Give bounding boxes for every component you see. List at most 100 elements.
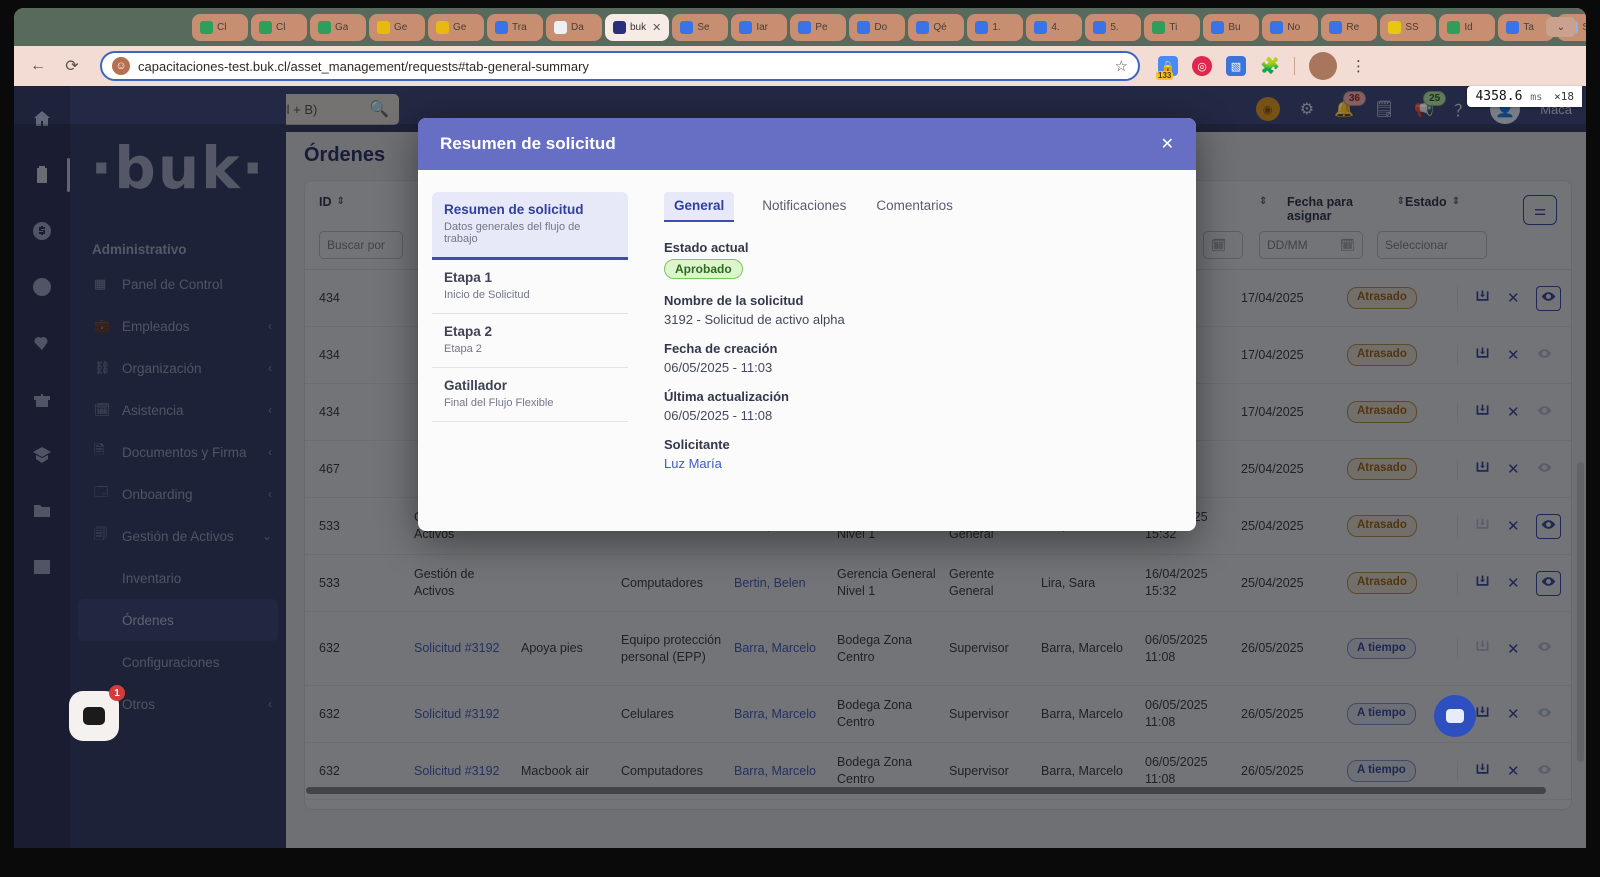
modal-body: Resumen de solicitudDatos generales del … <box>418 170 1196 531</box>
tab-favicon <box>200 21 213 34</box>
chrome-profile-avatar[interactable] <box>1309 52 1337 80</box>
browser-tab-4[interactable]: 4. <box>1026 14 1082 41</box>
site-favicon: ☺ <box>112 57 130 75</box>
browser-tab-bu[interactable]: Bu <box>1203 14 1259 41</box>
close-icon[interactable]: ✕ <box>1161 134 1174 154</box>
tab-label: 1. <box>992 22 1000 33</box>
tab-label: Ge <box>394 22 407 33</box>
field-fecha-de-creaci-n: Fecha de creación 06/05/2025 - 11:03 <box>664 341 1166 375</box>
support-chat-button[interactable] <box>1434 695 1476 737</box>
tab-favicon <box>798 21 811 34</box>
stage-title: Resumen de solicitud <box>444 202 616 217</box>
modal-tab-notificaciones[interactable]: Notificaciones <box>760 192 848 222</box>
stage-title: Gatillador <box>444 378 616 393</box>
modal-content: General Notificaciones Comentarios Estado … <box>628 192 1196 531</box>
chrome-menu-icon[interactable]: ⋮ <box>1351 57 1367 75</box>
tab-label: No <box>1287 22 1300 33</box>
browser-tab-se[interactable]: Se <box>672 14 728 41</box>
browser-tab-pe[interactable]: Pe <box>790 14 846 41</box>
back-icon[interactable]: ← <box>24 52 52 80</box>
browser-tab-tra[interactable]: Tra <box>487 14 543 41</box>
stage-subtitle: Inicio de Solicitud <box>444 289 616 301</box>
browser-tab-do[interactable]: Do <box>849 14 905 41</box>
tab-label: Tra <box>512 22 527 33</box>
browser-tab-q[interactable]: Qé <box>908 14 964 41</box>
field-label: Fecha de creación <box>664 341 1166 356</box>
tab-label: Cl <box>276 22 285 33</box>
tab-favicon <box>1152 21 1165 34</box>
tab-favicon <box>1211 21 1224 34</box>
field-label: Solicitante <box>664 437 1166 452</box>
tab-label: SS <box>1405 22 1418 33</box>
browser-tab-5[interactable]: 5. <box>1085 14 1141 41</box>
screenshot-extension-icon[interactable]: ▧ <box>1226 56 1246 76</box>
performance-overlay: 4358.6 ms ×18 <box>1467 86 1582 107</box>
tab-label: Ge <box>453 22 466 33</box>
tab-favicon <box>318 21 331 34</box>
chat-bubble-icon <box>1446 709 1464 723</box>
browser-tab-ge[interactable]: Ge <box>369 14 425 41</box>
field-nombre-de-la-solicitud: Nombre de la solicitud3192 - Solicitud d… <box>664 293 1166 327</box>
modal-stage-gatillador[interactable]: Gatillador Final del Flujo Flexible <box>432 368 628 422</box>
tab-favicon <box>739 21 752 34</box>
field-solicitante: Solicitante Luz María <box>664 437 1166 471</box>
perf-unit: ms <box>1530 92 1542 103</box>
tab-favicon <box>1270 21 1283 34</box>
tab-label: Qé <box>933 22 946 33</box>
browser-tab-re[interactable]: Re <box>1321 14 1377 41</box>
vpn-extension-icon[interactable]: 🔒133 <box>1158 56 1178 76</box>
browser-toolbar: ← → ⟳ ☺ capacitaciones-test.buk.cl/asset… <box>14 46 1586 86</box>
modal-stage-etapa-2[interactable]: Etapa 2Etapa 2 <box>432 314 628 368</box>
modal-stage-etapa-1[interactable]: Etapa 1 Inicio de Solicitud <box>432 260 628 314</box>
tab-favicon <box>554 21 567 34</box>
stage-title: Etapa 2 <box>444 324 616 339</box>
tab-label: Id <box>1464 22 1472 33</box>
tab-label: Sc <box>1582 22 1586 33</box>
modal-tabs: General Notificaciones Comentarios <box>664 192 1166 222</box>
browser-tab-no[interactable]: No <box>1262 14 1318 41</box>
field-value[interactable]: Luz María <box>664 456 1166 471</box>
browser-tab-cl[interactable]: Cl <box>251 14 307 41</box>
browser-tab-ti[interactable]: Ti <box>1144 14 1200 41</box>
browser-tab-da[interactable]: Da <box>546 14 602 41</box>
tab-favicon <box>495 21 508 34</box>
tab-favicon <box>436 21 449 34</box>
browser-tab-cl[interactable]: Cl <box>192 14 248 41</box>
browser-tab-ss[interactable]: SS <box>1380 14 1436 41</box>
extension-badge: 133 <box>1156 71 1173 80</box>
browser-tab-iar[interactable]: Iar <box>731 14 787 41</box>
toolbar-divider <box>1294 57 1295 75</box>
tab-label: buk <box>630 22 646 33</box>
modal-title: Resumen de solicitud <box>440 134 1161 154</box>
browser-tab-ge[interactable]: Ge <box>428 14 484 41</box>
field-label: Última actualización <box>664 389 1166 404</box>
tab-favicon <box>1506 21 1519 34</box>
browser-tab-buk[interactable]: buk ✕ <box>605 14 669 41</box>
stage-subtitle: Final del Flujo Flexible <box>444 397 616 409</box>
browser-tab-ga[interactable]: Ga <box>310 14 366 41</box>
perf-value: 4358.6 <box>1475 89 1522 104</box>
extensions-row: 🔒133 ◎ ▧ 🧩 ⋮ <box>1158 52 1367 80</box>
tab-close-icon[interactable]: ✕ <box>652 21 661 34</box>
chat-widget-launcher[interactable]: 1 <box>69 691 119 741</box>
red-extension-icon[interactable]: ◎ <box>1192 56 1212 76</box>
modal-header: Resumen de solicitud ✕ <box>418 118 1196 170</box>
field-value: 06/05/2025 - 11:03 <box>664 360 1166 375</box>
perf-count: ×18 <box>1554 90 1574 103</box>
browser-tab-1[interactable]: 1. <box>967 14 1023 41</box>
browser-tab-id[interactable]: Id <box>1439 14 1495 41</box>
tab-favicon <box>1329 21 1342 34</box>
tab-label: Do <box>874 22 887 33</box>
tab-overflow-chevron-icon[interactable]: ⌄ <box>1546 17 1576 37</box>
modal-stage-resumen-de-solicitud[interactable]: Resumen de solicitudDatos generales del … <box>432 192 628 260</box>
tab-favicon <box>857 21 870 34</box>
browser-window: Cl Cl Ga Ge Ge Tra Da buk ✕ SeIarPe Do Qé 1. 4.5.TiBu… <box>14 8 1586 848</box>
field-label: Estado actual <box>664 240 1166 255</box>
modal-tab-general[interactable]: General <box>664 192 734 222</box>
extensions-puzzle-icon[interactable]: 🧩 <box>1260 56 1280 76</box>
modal-tab-comentarios[interactable]: Comentarios <box>874 192 955 222</box>
bookmark-star-icon[interactable]: ☆ <box>1115 57 1128 75</box>
stage-title: Etapa 1 <box>444 270 616 285</box>
refresh-icon[interactable]: ⟳ <box>58 52 86 80</box>
url-bar[interactable]: ☺ capacitaciones-test.buk.cl/asset_manag… <box>100 51 1140 81</box>
